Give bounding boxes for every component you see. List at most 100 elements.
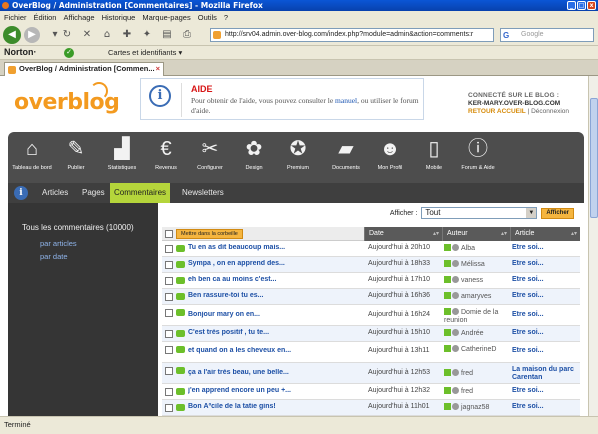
tab-articles[interactable]: Articles (38, 183, 72, 203)
edit-icon (444, 369, 451, 376)
row-checkbox[interactable] (165, 293, 173, 301)
configurer-button[interactable]: ✂ Configurer (188, 136, 232, 172)
addon-icon[interactable]: ✦ (140, 28, 154, 42)
mon-profil-button[interactable]: ☻ Mon Profil (368, 136, 412, 172)
comment-article-link[interactable]: Etre soi... (512, 276, 578, 284)
forum-aide-button[interactable]: ⓘ Forum & Aide (456, 136, 500, 172)
table-row[interactable]: Bon Ãºcile de la tatie gins! Aujourd'hui… (162, 400, 580, 416)
menu-fichier[interactable]: Fichier (4, 13, 27, 22)
row-checkbox[interactable] (165, 404, 173, 412)
row-checkbox[interactable] (165, 245, 173, 253)
close-window-button[interactable]: x (587, 1, 596, 10)
documents-button[interactable]: ▰ Documents (324, 136, 368, 172)
row-checkbox[interactable] (165, 277, 173, 285)
table-row[interactable]: ça a l'air très beau, une belle... Aujou… (162, 363, 580, 384)
select-all-checkbox[interactable] (165, 230, 173, 238)
table-row[interactable]: eh ben ca au moins c'est... Aujourd'hui … (162, 273, 580, 289)
row-checkbox[interactable] (165, 330, 173, 338)
comment-article-link[interactable]: Etre soi... (512, 329, 578, 337)
retour-accueil-link[interactable]: RETOUR ACCUEIL (468, 108, 526, 115)
tableau-de-bord-button[interactable]: ⌂ Tableau de bord (10, 136, 54, 172)
premium-button[interactable]: ✪ Premium (276, 136, 320, 172)
trash-button[interactable]: Mettre dans la corbeille (176, 229, 243, 239)
filter-select[interactable]: Tout ▼ (421, 207, 538, 219)
table-row[interactable]: Sympa , on en apprend des... Aujourd'hui… (162, 257, 580, 273)
forward-button[interactable]: ▶ (24, 27, 40, 43)
comment-excerpt[interactable]: Bon Ãºcile de la tatie gins! (188, 403, 366, 410)
home-button-icon[interactable]: ⌂ (100, 28, 114, 42)
statistiques-button[interactable]: ▟ Statistiques (100, 136, 144, 172)
reload-icon[interactable]: ↻ (60, 28, 74, 42)
comment-article-link[interactable]: Etre soi... (512, 244, 578, 252)
deconnexion-link[interactable]: Déconnexion (531, 108, 569, 115)
tab-commentaires[interactable]: Commentaires (110, 183, 171, 203)
table-row[interactable]: Ben rassure-toi tu es... Aujourd'hui à 1… (162, 289, 580, 305)
tab-pages[interactable]: Pages (78, 183, 109, 203)
row-checkbox[interactable] (165, 261, 173, 269)
table-row[interactable]: Bonjour mary on en... Aujourd'hui à 16h2… (162, 305, 580, 326)
close-tab-icon[interactable]: × (156, 63, 160, 75)
menu-help[interactable]: ? (224, 13, 228, 22)
comment-excerpt[interactable]: j'en apprend encore un peu +... (188, 387, 366, 394)
minimize-button[interactable]: _ (567, 1, 576, 10)
folder-bookmarks-icon[interactable]: ▤ (160, 28, 174, 42)
comment-excerpt[interactable]: Bonjour mary on en... (188, 311, 366, 318)
overblog-logo[interactable]: overblog (14, 82, 120, 115)
blog-link[interactable]: KER-MARY.OVER-BLOG.COM (468, 100, 588, 107)
menu-outils[interactable]: Outils (198, 13, 217, 22)
publier-button[interactable]: ✎ Publier (54, 136, 98, 172)
comment-excerpt[interactable]: Sympa , on en apprend des... (188, 260, 366, 267)
comment-excerpt[interactable]: ça a l'air très beau, une belle... (188, 369, 366, 376)
cards-identities-button[interactable]: Cartes et identifiants ▾ (108, 48, 182, 57)
search-input[interactable]: G Google (500, 28, 594, 42)
menu-marque-pages[interactable]: Marque-pages (142, 13, 190, 22)
maximize-button[interactable]: □ (577, 1, 586, 10)
menu-historique[interactable]: Historique (102, 13, 136, 22)
table-row[interactable]: et quand on a les cheveux en... Aujourd'… (162, 342, 580, 363)
bookmark-add-icon[interactable]: ✚ (120, 28, 134, 42)
scrollbar-thumb[interactable] (590, 98, 598, 218)
row-checkbox[interactable] (165, 388, 173, 396)
revenus-button[interactable]: € Revenus (144, 136, 188, 172)
comment-article-link[interactable]: Etre soi... (512, 311, 578, 319)
column-article[interactable]: Article ▴▾ (510, 227, 580, 241)
back-button[interactable]: ◀ (3, 26, 21, 44)
stop-icon[interactable]: ✕ (80, 28, 94, 42)
afficher-button[interactable]: Afficher (541, 207, 574, 219)
comment-article-link[interactable]: Etre soi... (512, 260, 578, 268)
comment-article-link[interactable]: Etre soi... (512, 403, 578, 411)
table-row[interactable]: C'est très positif , tu te... Aujourd'hu… (162, 326, 580, 342)
comment-excerpt[interactable]: eh ben ca au moins c'est... (188, 276, 366, 283)
filter-by-articles-link[interactable]: par articles (40, 239, 77, 248)
info-icon[interactable]: i (14, 186, 28, 200)
table-row[interactable]: j'en apprend encore un peu +... Aujourd'… (162, 384, 580, 400)
mobile-button[interactable]: ▯ Mobile (412, 136, 456, 172)
norton-check-icon[interactable]: ✓ (64, 48, 74, 58)
page-scrollbar[interactable] (588, 76, 598, 416)
column-auteur[interactable]: Auteur ▴▾ (442, 227, 510, 241)
column-date[interactable]: Date ▴▾ (364, 227, 442, 241)
comment-excerpt[interactable]: Tu en as dit beaucoup mais... (188, 244, 366, 251)
comment-excerpt[interactable]: Ben rassure-toi tu es... (188, 292, 366, 299)
comment-excerpt[interactable]: et quand on a les cheveux en... (188, 347, 366, 354)
tab-newsletters[interactable]: Newsletters (178, 183, 228, 203)
all-comments-link[interactable]: Tous les commentaires (10000) (22, 223, 134, 232)
comment-article-link[interactable]: Etre soi... (512, 387, 578, 395)
row-checkbox[interactable] (165, 367, 173, 375)
comment-article-link[interactable]: Etre soi... (512, 347, 578, 355)
row-checkbox[interactable] (165, 309, 173, 317)
menu-affichage[interactable]: Affichage (63, 13, 94, 22)
tab-overblog-admin[interactable]: OverBlog / Administration [Commen... × (4, 62, 164, 76)
menu-edition[interactable]: Édition (34, 13, 57, 22)
filter-by-date-link[interactable]: par date (40, 252, 68, 261)
url-bar[interactable]: http://srv04.admin.over-blog.com/index.p… (210, 28, 494, 42)
comment-article-link[interactable]: Etre soi... (512, 292, 578, 300)
manual-link[interactable]: manuel (335, 96, 357, 105)
print-icon[interactable]: ⎙ (180, 28, 194, 42)
comment-bubble-icon (176, 245, 185, 252)
design-button[interactable]: ✿ Design (232, 136, 276, 172)
row-checkbox[interactable] (165, 346, 173, 354)
table-row[interactable]: Tu en as dit beaucoup mais... Aujourd'hu… (162, 241, 580, 257)
comment-article-link[interactable]: La maison du parc Carentan (512, 366, 578, 382)
comment-excerpt[interactable]: C'est très positif , tu te... (188, 329, 366, 336)
